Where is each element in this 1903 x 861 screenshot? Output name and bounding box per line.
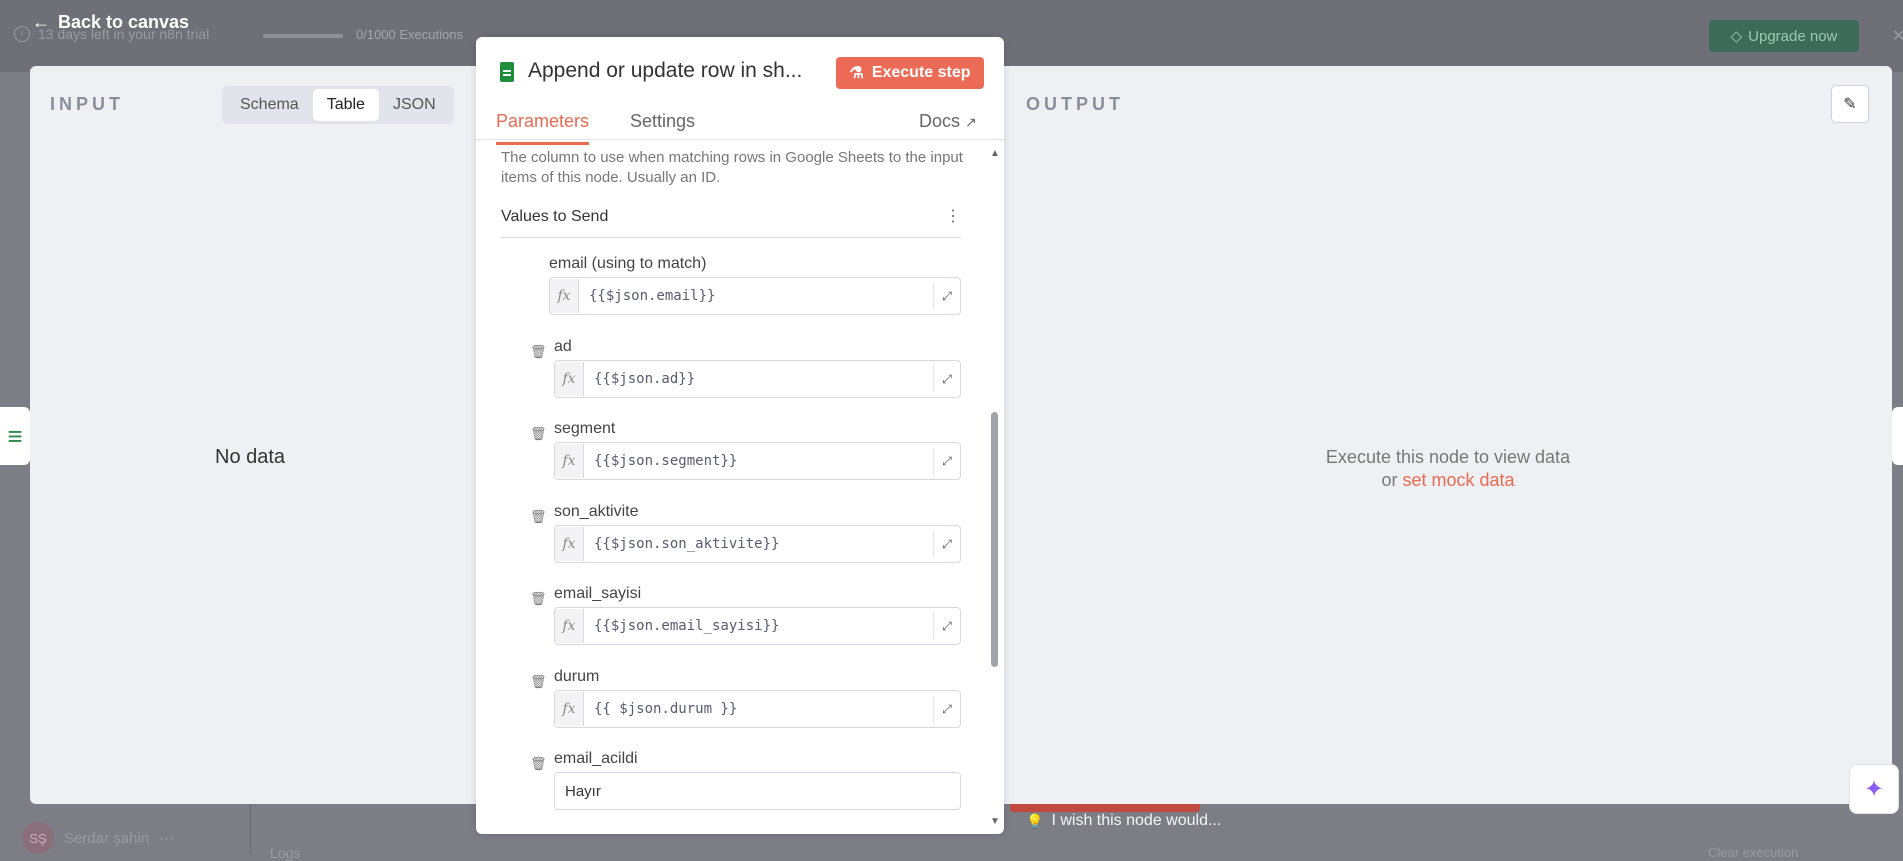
flask-icon: ⚗ xyxy=(849,65,864,82)
expression-input[interactable]: fx {{$json.son_aktivite}} ⤢ xyxy=(554,525,961,563)
set-mock-data-link[interactable]: set mock data xyxy=(1402,470,1514,490)
expand-icon[interactable]: ⤢ xyxy=(933,283,960,309)
execute-hint: Execute this node to view data xyxy=(1325,447,1571,467)
input-title: INPUT xyxy=(50,94,124,114)
text-value: Hayır xyxy=(565,782,601,800)
text-input[interactable]: Hayır xyxy=(554,772,961,810)
execute-step-button[interactable]: ⚗ Execute step xyxy=(836,57,984,89)
background-red-bar xyxy=(1010,804,1200,812)
clear-execution: Clear execution xyxy=(1708,845,1799,860)
or-text: or xyxy=(1381,470,1398,490)
google-sheets-icon[interactable]: ≡ xyxy=(0,407,30,465)
logs-label: Logs xyxy=(270,845,301,861)
diamond-icon: ◇ xyxy=(1730,28,1743,45)
mode-json[interactable]: JSON xyxy=(379,89,450,121)
expand-icon[interactable]: ⤢ xyxy=(933,531,960,557)
input-display-mode: Schema Table JSON xyxy=(222,86,454,124)
back-to-canvas-button[interactable]: ← Back to canvas xyxy=(32,12,189,33)
executions-count: 0/1000 Executions xyxy=(356,27,463,42)
output-title: OUTPUT xyxy=(1026,94,1124,114)
expression-value: {{$json.email}} xyxy=(589,288,716,304)
trash-icon[interactable]: 🗑 xyxy=(530,344,547,360)
trash-icon[interactable]: 🗑 xyxy=(530,756,547,772)
trash-icon[interactable]: 🗑 xyxy=(530,674,547,690)
field-label: email_acildi xyxy=(554,750,638,767)
node-header: Append or update row in sh... ⚗ Execute … xyxy=(476,37,1004,145)
expression-value: {{$json.segment}} xyxy=(594,453,738,469)
no-data-text: No data xyxy=(215,446,286,468)
tab-docs[interactable]: Docs ↗ xyxy=(919,111,977,132)
fx-icon: fx xyxy=(555,609,584,643)
expression-value: {{ $json.durum }} xyxy=(594,701,738,717)
input-panel: INPUT Schema Table JSON No data xyxy=(30,66,476,804)
field-label: ad xyxy=(554,338,572,355)
scrollbar-thumb[interactable] xyxy=(991,412,998,667)
wish-text: I wish this node would... xyxy=(1051,812,1222,829)
fx-icon: fx xyxy=(550,279,579,313)
kebab-menu-icon: ⋯ xyxy=(159,830,175,847)
expression-value: {{$json.son_aktivite}} xyxy=(594,536,780,552)
expression-value: {{$json.email_sayisi}} xyxy=(594,618,780,634)
expression-input[interactable]: fx {{$json.email}} ⤢ xyxy=(549,277,961,315)
expression-input[interactable]: fx {{$json.segment}} ⤢ xyxy=(554,442,961,480)
back-label: Back to canvas xyxy=(58,12,190,32)
info-icon: i xyxy=(14,26,30,42)
match-column-hint: The column to use when matching rows in … xyxy=(501,149,963,186)
node-settings-panel: Append or update row in sh... ⚗ Execute … xyxy=(476,37,1004,834)
node-tabs: Parameters Settings Docs ↗ xyxy=(476,103,1004,145)
section-title: Values to Send xyxy=(501,208,609,225)
field-label: son_aktivite xyxy=(554,503,639,520)
expand-icon[interactable]: ⤢ xyxy=(933,613,960,639)
field-label: durum xyxy=(554,668,600,685)
node-title[interactable]: Append or update row in sh... xyxy=(528,59,802,83)
executions-progress xyxy=(263,34,343,38)
expression-input[interactable]: fx {{$json.ad}} ⤢ xyxy=(554,360,961,398)
fx-icon: fx xyxy=(555,692,584,726)
expression-input[interactable]: fx {{$json.email_sayisi}} ⤢ xyxy=(554,607,961,645)
output-empty-message: Execute this node to view data or set mo… xyxy=(1004,446,1892,492)
sparkle-icon[interactable]: ✦ xyxy=(1849,764,1899,814)
kebab-menu-icon[interactable]: ⋮ xyxy=(945,206,961,226)
expand-icon[interactable]: ⤢ xyxy=(933,366,960,392)
lightbulb-icon: 💡 xyxy=(1026,812,1044,829)
trash-icon[interactable]: 🗑 xyxy=(530,509,547,525)
docs-label: Docs xyxy=(919,111,961,131)
edit-output-button[interactable]: ✎ xyxy=(1831,85,1869,123)
upgrade-button: ◇ Upgrade now xyxy=(1709,20,1859,52)
close-icon: ✕ xyxy=(1892,28,1903,45)
output-panel: OUTPUT ✎ Execute this node to view data … xyxy=(1004,66,1892,804)
fx-icon: fx xyxy=(555,362,584,396)
trash-icon[interactable]: 🗑 xyxy=(530,426,547,442)
user-name: Serdar şahin xyxy=(64,829,150,847)
fx-icon: fx xyxy=(555,527,584,561)
user-menu: SŞ Serdar şahin ⋯ xyxy=(22,822,174,854)
scroll-up-arrow[interactable]: ▲ xyxy=(990,148,1000,159)
values-to-send-header: Values to Send ⋮ xyxy=(501,208,961,238)
right-edge-tab[interactable] xyxy=(1892,407,1903,465)
google-sheets-icon xyxy=(500,62,514,82)
upgrade-label: Upgrade now xyxy=(1748,27,1838,45)
expand-icon[interactable]: ⤢ xyxy=(933,696,960,722)
mode-table[interactable]: Table xyxy=(312,89,379,121)
fx-icon: fx xyxy=(555,444,584,478)
expand-icon[interactable]: ⤢ xyxy=(933,448,960,474)
tab-settings[interactable]: Settings xyxy=(630,111,695,132)
arrow-left-icon: ← xyxy=(32,12,50,32)
parameters-body: The column to use when matching rows in … xyxy=(476,140,1004,834)
field-label: email_sayisi xyxy=(554,585,642,602)
mode-schema[interactable]: Schema xyxy=(226,89,313,121)
expression-value: {{$json.ad}} xyxy=(594,371,696,387)
pencil-icon: ✎ xyxy=(1843,96,1857,113)
execute-label: Execute step xyxy=(871,64,971,81)
field-label: segment xyxy=(554,420,616,437)
trash-icon[interactable]: 🗑 xyxy=(530,591,547,607)
field-label: email (using to match) xyxy=(549,255,707,272)
expression-input[interactable]: fx {{ $json.durum }} ⤢ xyxy=(554,690,961,728)
scroll-down-arrow[interactable]: ▼ xyxy=(990,816,1000,827)
external-link-icon: ↗ xyxy=(965,114,977,130)
feedback-prompt[interactable]: 💡 I wish this node would... xyxy=(1026,812,1221,830)
avatar: SŞ xyxy=(22,822,54,854)
